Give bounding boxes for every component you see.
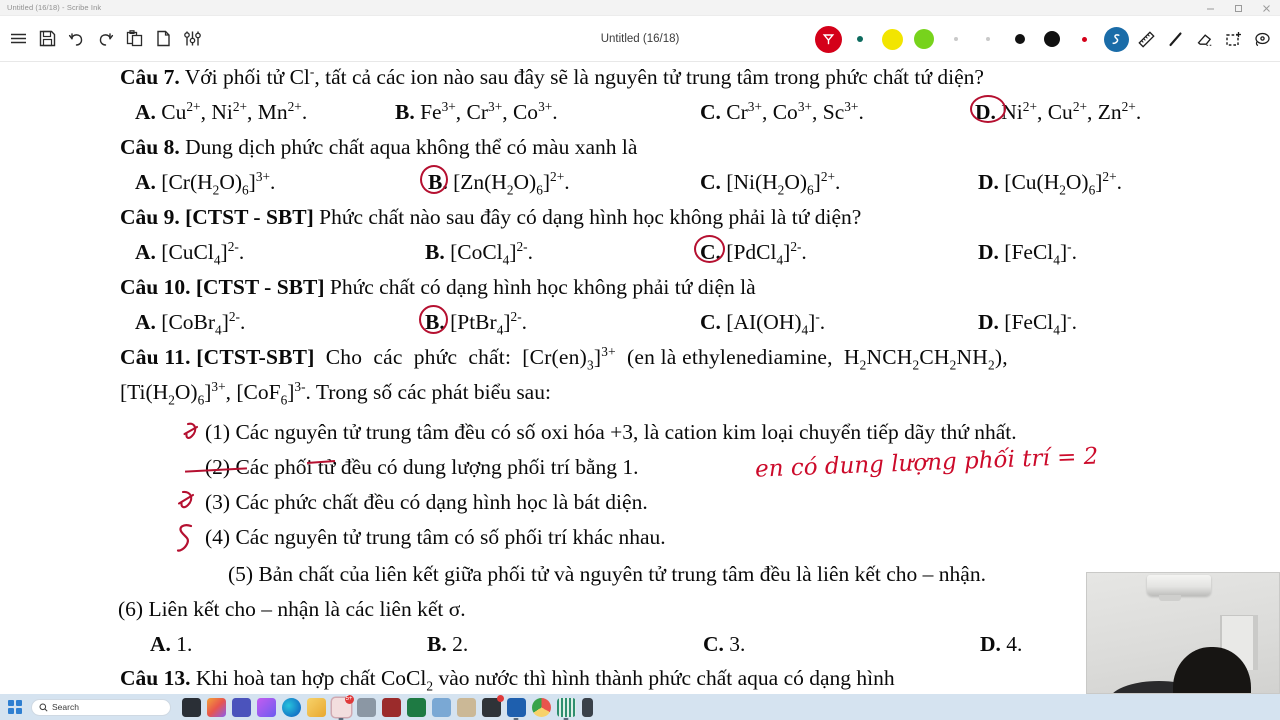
- taskbar-app-grid[interactable]: [356, 697, 376, 717]
- answer-cau11-a: A. 1.: [150, 632, 193, 656]
- statement-2: (2) Các phối tử đều có dung lượng phối t…: [205, 455, 639, 479]
- taskbar-app-qr[interactable]: [556, 697, 576, 720]
- question-cau8: Câu 8. Dung dịch phức chất aqua không th…: [120, 135, 638, 159]
- taskbar-app-copilot[interactable]: [206, 697, 226, 717]
- answer-cau8-a: A. [Cr(H2O)6]3+.: [135, 168, 276, 198]
- window-controls: [1196, 0, 1280, 16]
- media-alert-badge: [496, 694, 504, 702]
- pen-line-icon[interactable]: [1162, 19, 1189, 59]
- search-placeholder: Search: [52, 702, 79, 712]
- taskbar-app-chrome[interactable]: [531, 697, 551, 717]
- ruler-icon[interactable]: [1133, 19, 1160, 59]
- answer-cau7-d: D. Ni2+, Cu2+, Zn2+.: [975, 98, 1142, 124]
- taskbar-app-file-explorer[interactable]: [306, 697, 326, 717]
- webcam-air-conditioner: [1147, 575, 1211, 601]
- menu-icon[interactable]: [5, 24, 31, 54]
- minimize-icon[interactable]: [1196, 0, 1224, 16]
- answer-cau10-c: C. [AI(OH)4]-.: [700, 308, 826, 338]
- scribble-tool-icon[interactable]: [1101, 19, 1131, 59]
- toolbar-left-group: [0, 24, 205, 54]
- taskbar-app-photoshop[interactable]: [456, 697, 476, 717]
- statement-4: (4) Các nguyên tử trung tâm có số phối t…: [205, 525, 666, 549]
- question-cau10: Câu 10. [CTST - SBT] Phức chất có dạng h…: [120, 275, 756, 299]
- redo-icon[interactable]: [92, 24, 118, 54]
- answer-cau11-b: B. 2.: [427, 632, 469, 656]
- answer-cau7-c: C. Cr3+, Co3+, Sc3+.: [700, 98, 864, 124]
- pen-black-large[interactable]: [1037, 19, 1067, 59]
- answer-cau7-b: B. Fe3+, Cr3+, Co3+.: [395, 98, 558, 124]
- statement-3: (3) Các phức chất đều có dạng hình học l…: [205, 490, 648, 514]
- taskbar-app-word[interactable]: [506, 697, 526, 720]
- answer-cau8-b: B. [Zn(H2O)6]2+.: [428, 168, 570, 198]
- question-cau13: Câu 13. Khi hoà tan hợp chất CoCl2 vào n…: [120, 666, 895, 694]
- taskbar-app-photos[interactable]: [256, 697, 276, 717]
- ink-mark-statement-3: [177, 488, 203, 521]
- taskbar-app-excel[interactable]: [406, 697, 426, 717]
- pen-gray-tiny-1[interactable]: [941, 19, 971, 59]
- app-toolbar: Untitled (16/18): [0, 16, 1280, 62]
- answer-cau8-d: D. [Cu(H2O)6]2+.: [978, 168, 1122, 198]
- taskbar-app-snip[interactable]: [431, 697, 451, 717]
- new-page-icon[interactable]: [150, 24, 176, 54]
- webcam-door-frame: [1253, 615, 1258, 670]
- windows-start-icon[interactable]: [6, 698, 24, 716]
- statement-1: (1) Các nguyên tử trung tâm đều có số ox…: [205, 420, 1017, 444]
- pen-teal-small[interactable]: [845, 19, 875, 59]
- window-title-text: Untitled (16/18) - Scribe Ink: [7, 3, 102, 12]
- pen-yellow[interactable]: [877, 19, 907, 59]
- answer-cau10-b: B. [PtBr4]2-.: [425, 308, 528, 338]
- window-title-bar: Untitled (16/18) - Scribe Ink: [0, 0, 1280, 16]
- paste-icon[interactable]: [121, 24, 147, 54]
- toolbar-right-group: [813, 16, 1276, 62]
- statement-5: (5) Bản chất của liên kết giữa phối tử v…: [228, 562, 986, 586]
- answer-cau10-a: A. [CoBr4]2-.: [135, 308, 246, 338]
- save-icon[interactable]: [34, 24, 60, 54]
- webcam-overlay[interactable]: [1086, 572, 1280, 694]
- pen-red-highlighter[interactable]: [813, 19, 843, 59]
- answer-cau11-c: C. 3.: [703, 632, 746, 656]
- search-icon: [39, 703, 48, 712]
- pen-gray-tiny-2[interactable]: [973, 19, 1003, 59]
- question-cau11-line2: [Ti(H2O)6]3+, [CoF6]3-. Trong số các phá…: [120, 378, 551, 408]
- pen-green[interactable]: [909, 19, 939, 59]
- ink-mark-statement-1: [183, 420, 205, 451]
- taskbar-app-teams[interactable]: [231, 697, 251, 717]
- answer-cau8-c: C. [Ni(H2O)6]2+.: [700, 168, 841, 198]
- pen-black-medium[interactable]: [1005, 19, 1035, 59]
- answer-cau9-d: D. [FeCl4]-.: [978, 238, 1077, 268]
- handwritten-note: en có dung lượng phối trí = 2: [754, 443, 1099, 483]
- maximize-icon[interactable]: [1224, 0, 1252, 16]
- ink-mark-statement-4: [175, 522, 199, 561]
- answer-cau9-a: A. [CuCl4]2-.: [135, 238, 245, 268]
- settings-sliders-icon[interactable]: [179, 24, 205, 54]
- windows-taskbar: Search 5+: [0, 694, 1280, 720]
- taskbar-app-edge[interactable]: [281, 697, 301, 717]
- lasso-icon[interactable]: [1249, 19, 1276, 59]
- question-cau11-line1: Câu 11. [CTST-SBT] Cho các phức chất: [C…: [120, 343, 1008, 373]
- select-rectangle-icon[interactable]: [1220, 19, 1247, 59]
- close-icon[interactable]: [1252, 0, 1280, 16]
- question-cau7: Câu 7. Với phối tử Cl-, tất cả các ion n…: [120, 63, 984, 89]
- eraser-icon[interactable]: [1191, 19, 1218, 59]
- answer-cau9-c: C. [PdCl4]2-.: [700, 238, 807, 268]
- taskbar-app-phone-link[interactable]: [581, 697, 593, 717]
- search-input[interactable]: Search: [31, 698, 171, 716]
- taskbar-app-media[interactable]: [481, 694, 504, 717]
- answer-cau9-b: B. [CoCl4]2-.: [425, 238, 533, 268]
- notification-badge: 5+: [344, 694, 354, 704]
- answer-cau10-d: D. [FeCl4]-.: [978, 308, 1077, 338]
- answer-cau11-d: D. 4.: [980, 632, 1023, 656]
- statement-6: (6) Liên kết cho – nhận là các liên kết …: [118, 597, 466, 621]
- answer-cau7-a: A. Cu2+, Ni2+, Mn2+.: [135, 98, 308, 124]
- taskbar-app-file-explorer-dark[interactable]: [181, 697, 201, 717]
- undo-icon[interactable]: [63, 24, 89, 54]
- pen-red-tiny[interactable]: [1069, 19, 1099, 59]
- taskbar-app-messenger[interactable]: 5+: [331, 694, 354, 720]
- taskbar-app-onenote[interactable]: [381, 697, 401, 717]
- question-cau9: Câu 9. [CTST - SBT] Phức chất nào sau đâ…: [120, 205, 862, 229]
